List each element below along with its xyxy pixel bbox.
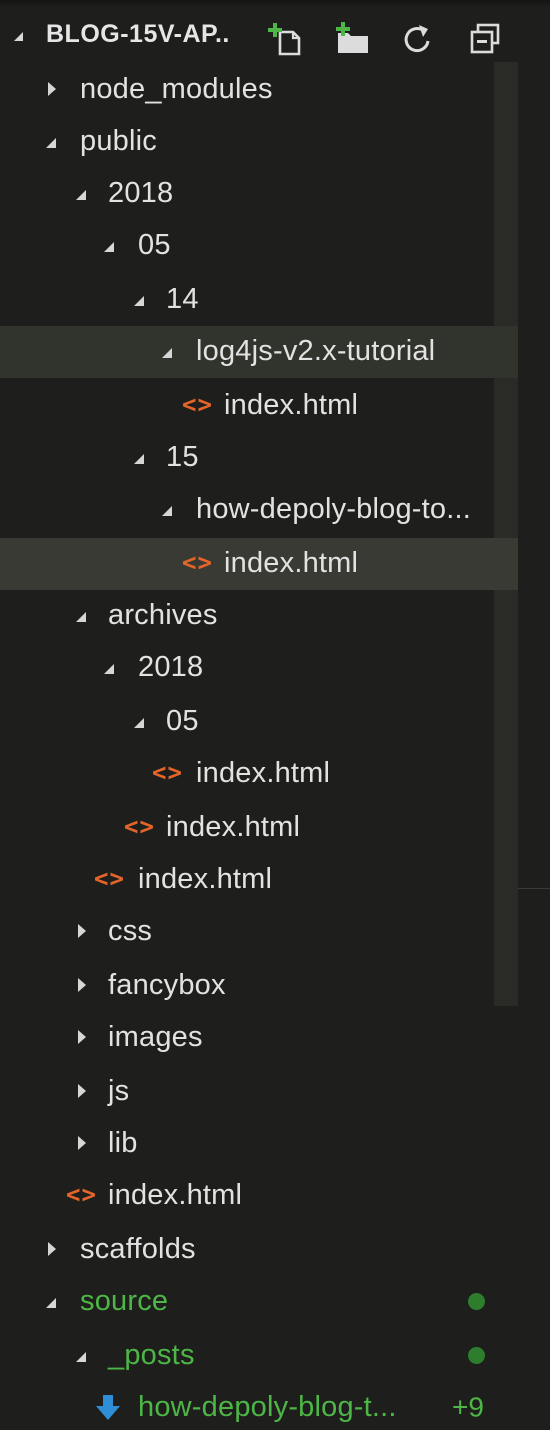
tree-item-label: index.html [196,756,331,789]
tree-item-log4js-v2-x-tutorial[interactable]: log4js-v2.x-tutorial [0,326,518,378]
tree-item-label: images [108,1020,203,1053]
new-file-icon [268,23,301,56]
tree-item-label: 2018 [138,650,204,683]
git-change-count-badge: +9 [452,1391,484,1423]
collapse-all-button[interactable] [466,20,504,58]
file-explorer: BLOG-15V-AP.. node_modules public 2018 0… [0,0,550,1430]
refresh-button[interactable] [398,20,436,58]
tree-item-label: 05 [138,228,171,261]
tree-item-label: fancybox [108,968,226,1001]
section-expanded-icon[interactable] [14,32,23,41]
tree-item-archives-05[interactable]: 05 [0,696,518,748]
new-file-button[interactable] [266,20,304,58]
tree-item-index-html[interactable]: <> index.html [0,854,518,906]
tree-item-source[interactable]: source [0,1276,518,1328]
chevron-right-icon[interactable] [78,1136,86,1150]
scrollbar-track[interactable] [518,62,550,1430]
tree-item-archives-2018[interactable]: 2018 [0,642,518,694]
chevron-down-icon[interactable] [162,348,172,358]
html-file-icon: <> [152,758,183,787]
html-file-icon: <> [124,812,155,841]
chevron-right-icon[interactable] [78,1084,86,1098]
tree-item-label: scaffolds [80,1232,196,1265]
tree-item-label: source [80,1284,169,1317]
tree-item-index-html[interactable]: <> index.html [0,748,518,800]
tree-item-scaffolds[interactable]: scaffolds [0,1224,518,1276]
git-modified-dot-icon [468,1347,485,1364]
tree-item-label: index.html [138,862,273,895]
tree-item-posts[interactable]: _posts [0,1330,518,1382]
chevron-down-icon[interactable] [76,612,86,622]
chevron-down-icon[interactable] [46,138,56,148]
tree-item-label: public [80,124,157,157]
tree-item-2018[interactable]: 2018 [0,168,518,220]
tree-item-label: archives [108,598,218,631]
tree-item-14[interactable]: 14 [0,274,518,326]
tree-item-label: 05 [166,704,199,737]
html-file-icon: <> [182,390,213,419]
git-modified-dot-icon [468,1293,485,1310]
tree-item-label: 15 [166,440,199,473]
new-folder-button[interactable] [332,20,370,58]
chevron-right-icon[interactable] [48,1242,56,1256]
html-file-icon: <> [182,548,213,577]
chevron-down-icon[interactable] [104,242,114,252]
tree-item-label: _posts [108,1338,195,1371]
tree-item-css[interactable]: css [0,906,518,958]
tree-item-fancybox[interactable]: fancybox [0,960,518,1012]
tree-item-js[interactable]: js [0,1066,518,1118]
tree-item-index-html-selected[interactable]: <> index.html [0,538,518,590]
chevron-down-icon[interactable] [162,506,172,516]
tree-item-images[interactable]: images [0,1012,518,1064]
tree-item-label: index.html [224,546,359,579]
chevron-down-icon[interactable] [46,1298,56,1308]
tree-item-label: index.html [108,1178,243,1211]
tree-item-node-modules[interactable]: node_modules [0,64,518,116]
tree-item-lib[interactable]: lib [0,1118,518,1170]
collapse-all-icon [470,23,500,54]
download-icon [96,1395,120,1420]
tree-item-label: js [108,1074,130,1107]
tree-item-index-html[interactable]: <> index.html [0,1170,518,1222]
header-top-edge [0,0,550,8]
tree-item-label: 14 [166,282,199,315]
tree-item-label: css [108,914,153,947]
new-folder-icon [336,22,368,53]
chevron-right-icon[interactable] [78,978,86,992]
tree-item-archives[interactable]: archives [0,590,518,642]
chevron-right-icon[interactable] [48,82,56,96]
tree-item-index-html[interactable]: <> index.html [0,380,518,432]
chevron-down-icon[interactable] [134,296,144,306]
chevron-down-icon[interactable] [76,1352,86,1362]
tree-item-05[interactable]: 05 [0,220,518,272]
html-file-icon: <> [94,864,125,893]
tree-item-label: index.html [224,388,359,421]
tree-item-label: how-depoly-blog-to... [196,492,472,525]
tree-item-15[interactable]: 15 [0,432,518,484]
tree-item-label: node_modules [80,72,273,105]
explorer-header: BLOG-15V-AP.. [0,0,550,66]
tree-item-how-depoly-blog-to[interactable]: how-depoly-blog-to... [0,484,518,536]
panel-divider [518,888,550,889]
tree-item-label: lib [108,1126,138,1159]
tree-item-label: 2018 [108,176,174,209]
chevron-down-icon[interactable] [104,664,114,674]
tree-item-index-html[interactable]: <> index.html [0,802,518,854]
tree-item-label: index.html [166,810,301,843]
tree-item-how-depoly-blog-t[interactable]: how-depoly-blog-t... +9 [0,1382,518,1430]
chevron-down-icon[interactable] [76,190,86,200]
chevron-right-icon[interactable] [78,924,86,938]
html-file-icon: <> [66,1180,97,1209]
tree-item-public[interactable]: public [0,116,518,168]
tree-item-label: how-depoly-blog-t... [138,1390,397,1423]
chevron-down-icon[interactable] [134,454,144,464]
workspace-title[interactable]: BLOG-15V-AP.. [46,20,230,49]
refresh-icon [404,25,430,53]
chevron-right-icon[interactable] [78,1030,86,1044]
tree-item-label: log4js-v2.x-tutorial [196,334,436,367]
chevron-down-icon[interactable] [134,718,144,728]
